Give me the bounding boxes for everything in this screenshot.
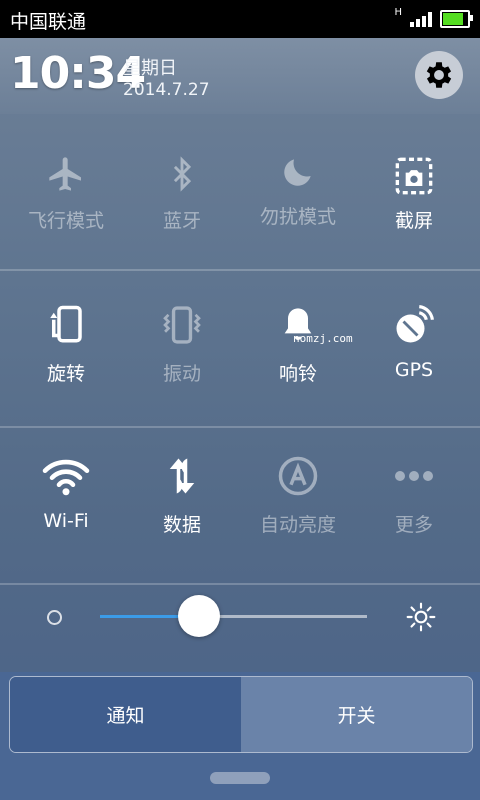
toggle-label: 勿扰模式 bbox=[259, 206, 336, 228]
gps-toggle[interactable]: GPS bbox=[356, 299, 472, 419]
screenshot-icon bbox=[395, 157, 433, 195]
rotate-toggle[interactable]: 旋转 bbox=[8, 299, 124, 419]
bluetooth-toggle[interactable]: 蓝牙 bbox=[124, 144, 240, 264]
toggle-label: 蓝牙 bbox=[162, 210, 201, 232]
gear-icon bbox=[426, 62, 452, 88]
brightness-low-icon bbox=[47, 610, 62, 625]
settings-button[interactable] bbox=[415, 51, 463, 99]
more-toggle[interactable]: 更多 bbox=[356, 450, 472, 570]
toggle-label: Wi-Fi bbox=[43, 510, 89, 532]
screenshot-toggle[interactable]: 截屏 bbox=[356, 144, 472, 264]
toggle-label: 旋转 bbox=[46, 363, 85, 385]
brightness-high-icon bbox=[406, 602, 436, 632]
weekday: 星期日 bbox=[123, 58, 177, 79]
brightness-control bbox=[0, 585, 480, 672]
wifi-icon bbox=[42, 459, 90, 496]
date: 2014.7.27 bbox=[123, 80, 210, 100]
toggle-row-2: 旋转 振动 响铃 GPS bbox=[0, 271, 480, 426]
wifi-toggle[interactable]: Wi-Fi bbox=[8, 450, 124, 570]
signal-icon bbox=[410, 11, 432, 27]
brightness-slider-track[interactable] bbox=[100, 615, 367, 618]
toggle-label: 截屏 bbox=[394, 210, 433, 232]
gps-icon bbox=[396, 305, 434, 343]
bluetooth-icon bbox=[173, 156, 192, 192]
moon-icon bbox=[284, 159, 311, 186]
ring-toggle[interactable]: 响铃 bbox=[240, 299, 356, 419]
notification-header: 10:34 星期日 2014.7.27 bbox=[0, 38, 480, 114]
vibrate-toggle[interactable]: 振动 bbox=[124, 299, 240, 419]
auto-brightness-toggle[interactable]: 自动亮度 bbox=[240, 450, 356, 570]
battery-icon bbox=[440, 10, 473, 28]
status-icons: H bbox=[394, 6, 473, 32]
brightness-slider-thumb[interactable] bbox=[178, 595, 220, 637]
do-not-disturb-toggle[interactable]: 勿扰模式 bbox=[240, 144, 356, 264]
watermark: nomzj.com bbox=[293, 332, 353, 345]
airplane-mode-toggle[interactable]: 飞行模式 bbox=[8, 144, 124, 264]
tab-notifications[interactable]: 通知 bbox=[10, 677, 241, 752]
vibrate-icon bbox=[163, 306, 201, 344]
auto-brightness-icon bbox=[278, 456, 318, 496]
rotate-icon bbox=[50, 305, 82, 343]
network-type-badge: H bbox=[394, 7, 402, 18]
toggle-label: 振动 bbox=[162, 363, 201, 385]
toggle-row-3: Wi-Fi 数据 自动亮度 更多 bbox=[0, 428, 480, 583]
tab-bar: 通知 开关 bbox=[9, 676, 473, 753]
toggle-label: 数据 bbox=[162, 514, 201, 536]
mobile-data-toggle[interactable]: 数据 bbox=[124, 450, 240, 570]
toggle-label: 自动亮度 bbox=[259, 514, 336, 536]
data-icon bbox=[169, 458, 195, 494]
toggle-label: 响铃 bbox=[278, 363, 317, 385]
drag-handle[interactable] bbox=[210, 772, 270, 784]
toggle-label: 更多 bbox=[394, 514, 433, 536]
toggle-row-1: 飞行模式 蓝牙 勿扰模式 截屏 bbox=[0, 114, 480, 269]
more-icon bbox=[395, 471, 433, 481]
toggle-label: GPS bbox=[394, 359, 434, 381]
status-bar: 中国联通 H bbox=[0, 0, 480, 38]
airplane-icon bbox=[49, 157, 81, 191]
tab-toggles[interactable]: 开关 bbox=[241, 677, 472, 752]
toggle-label: 飞行模式 bbox=[27, 210, 104, 232]
carrier-name: 中国联通 bbox=[10, 11, 87, 33]
